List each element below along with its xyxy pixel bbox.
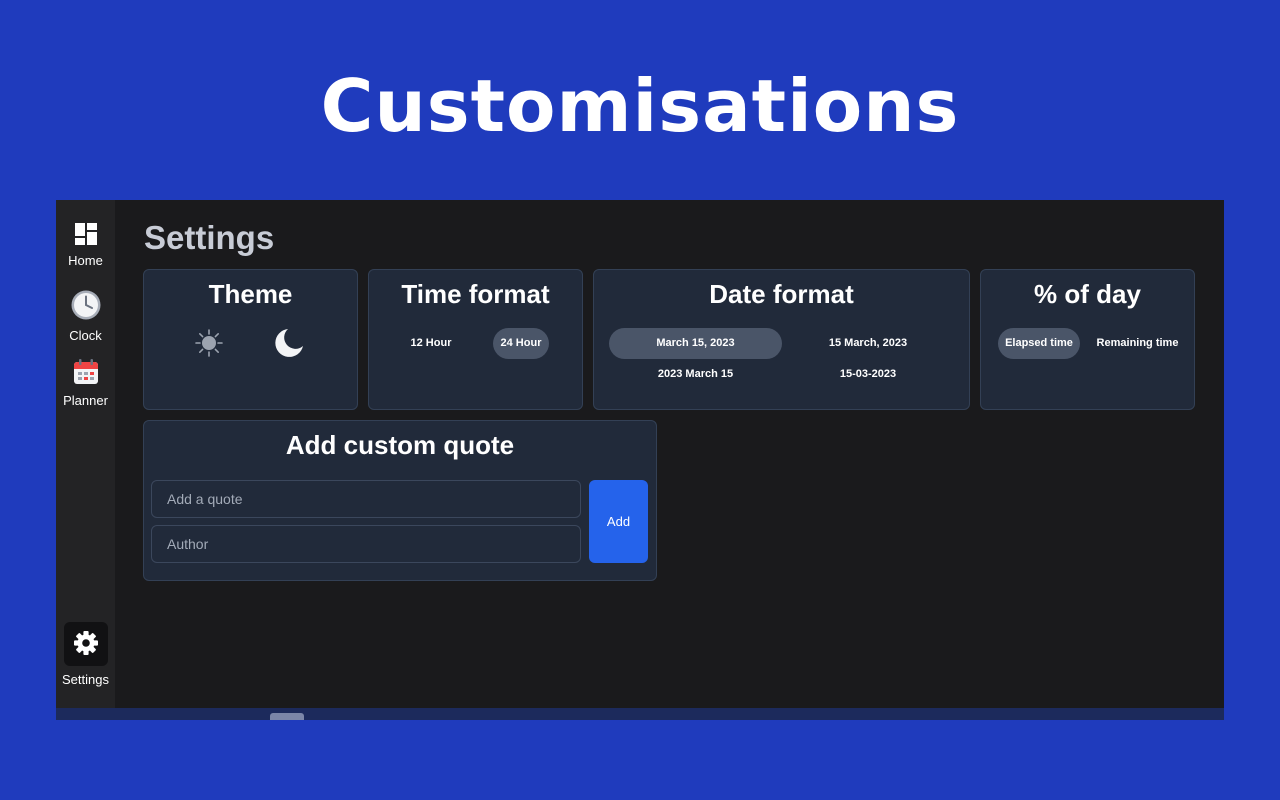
page-title: Settings xyxy=(144,219,275,256)
theme-title: Theme xyxy=(208,279,293,309)
dashboard-icon xyxy=(56,222,115,249)
sidebar: Home Clock Planner Settings xyxy=(56,200,115,708)
author-input[interactable] xyxy=(151,525,581,563)
time-format-title: Time format xyxy=(401,279,550,309)
sidebar-item-home[interactable]: Home xyxy=(56,222,115,268)
day-option-elapsed[interactable]: Elapsed time xyxy=(998,328,1080,359)
moon-icon[interactable] xyxy=(272,326,306,365)
theme-card: Theme xyxy=(143,269,358,410)
date-option-month-day-year[interactable]: March 15, 2023 xyxy=(609,328,782,359)
sidebar-item-planner[interactable]: Planner xyxy=(56,358,115,408)
sun-icon[interactable] xyxy=(194,328,224,363)
day-option-remaining[interactable]: Remaining time xyxy=(1091,328,1184,359)
date-option-numeric[interactable]: 15-03-2023 xyxy=(782,359,954,390)
calendar-icon xyxy=(56,358,115,389)
clock-icon xyxy=(56,289,115,324)
date-format-card: Date format March 15, 2023 15 March, 202… xyxy=(593,269,970,410)
custom-quote-card: Add custom quote Add xyxy=(143,420,657,581)
date-option-day-month-year[interactable]: 15 March, 2023 xyxy=(782,328,954,359)
time-format-card: Time format 12 Hour 24 Hour xyxy=(368,269,583,410)
sidebar-item-label: Planner xyxy=(63,393,108,408)
add-quote-button[interactable]: Add xyxy=(589,480,648,563)
settings-active-indicator xyxy=(63,622,108,666)
custom-quote-title: Add custom quote xyxy=(285,430,515,460)
time-option-24-hour[interactable]: 24 Hour xyxy=(493,328,549,359)
banner-title: Customisations xyxy=(320,64,960,148)
sidebar-item-clock[interactable]: Clock xyxy=(56,289,115,343)
app-window: Home Clock Planner Settings Settings The… xyxy=(56,200,1224,720)
date-option-year-month-day[interactable]: 2023 March 15 xyxy=(609,359,782,390)
sidebar-item-label: Clock xyxy=(69,328,102,343)
percent-of-day-title: % of day xyxy=(1034,279,1141,309)
taskbar-strip xyxy=(56,708,1224,720)
quote-input[interactable] xyxy=(151,480,581,518)
percent-of-day-card: % of day Elapsed time Remaining time xyxy=(980,269,1195,410)
date-format-title: Date format xyxy=(709,279,854,309)
sidebar-item-label: Settings xyxy=(62,672,109,687)
time-option-12-hour[interactable]: 12 Hour xyxy=(397,328,465,359)
taskbar-thumbnail xyxy=(270,713,304,720)
sidebar-item-settings[interactable]: Settings xyxy=(56,622,115,687)
gear-icon xyxy=(73,630,99,659)
sidebar-item-label: Home xyxy=(68,253,103,268)
